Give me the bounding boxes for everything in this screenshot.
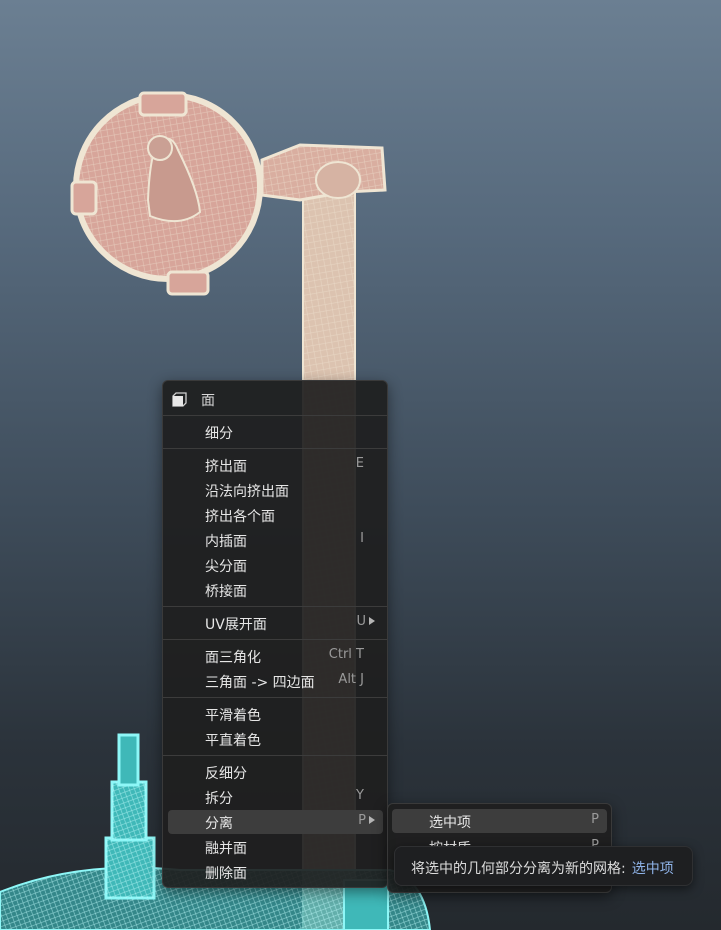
menu-title: 面 — [201, 393, 215, 409]
shortcut-hint: E — [355, 456, 364, 471]
menu-item-label: 沿法向挤出面 — [205, 484, 289, 500]
menu-item-label: 三角面 -> 四边面 — [205, 675, 315, 691]
menu-header: 面 — [163, 388, 387, 410]
tooltip-text: 将选中的几何部分分离为新的网格: 选中项 — [411, 858, 674, 878]
menu-divider — [163, 606, 387, 607]
menu-item-label: 尖分面 — [205, 559, 247, 575]
menu-item-label: 面三角化 — [205, 650, 261, 666]
menu-divider — [163, 697, 387, 698]
menu-divider — [163, 415, 387, 416]
shortcut-hint: P — [591, 812, 599, 827]
menu-divider — [163, 448, 387, 449]
submenu-item-selection[interactable]: 选中项 P — [392, 809, 607, 833]
shortcut-hint: Alt J — [338, 672, 364, 687]
menu-item-inset-faces[interactable]: 内插面 I — [168, 528, 383, 552]
menu-item-label: 删除面 — [205, 866, 247, 882]
face-icon — [172, 392, 187, 407]
menu-item-delete-faces[interactable]: 删除面 — [168, 860, 383, 884]
submenu-arrow-icon — [369, 617, 375, 625]
shortcut-hint: P — [358, 813, 366, 828]
menu-item-split[interactable]: 拆分 Y — [168, 785, 383, 809]
menu-divider — [163, 639, 387, 640]
shortcut-hint: Ctrl T — [328, 647, 364, 662]
menu-item-bridge-faces[interactable]: 桥接面 — [168, 578, 383, 602]
menu-item-extrude-individual[interactable]: 挤出各个面 — [168, 503, 383, 527]
menu-item-label: 挤出面 — [205, 459, 247, 475]
menu-item-triangulate[interactable]: 面三角化 Ctrl T — [168, 644, 383, 668]
menu-item-shade-smooth[interactable]: 平滑着色 — [168, 702, 383, 726]
menu-item-shade-flat[interactable]: 平直着色 — [168, 727, 383, 751]
mesh-head — [70, 91, 263, 296]
tooltip-description: 将选中的几何部分分离为新的网格: — [411, 861, 626, 877]
menu-item-label: 平直着色 — [205, 733, 261, 749]
face-context-menu: 面 细分 挤出面 E 沿法向挤出面 挤出各个面 内插面 I 尖分面 桥接面 UV… — [162, 380, 388, 888]
menu-item-extrude-along-normals[interactable]: 沿法向挤出面 — [168, 478, 383, 502]
menu-item-subdivide[interactable]: 细分 — [168, 420, 383, 444]
menu-item-unsubdivide[interactable]: 反细分 — [168, 760, 383, 784]
menu-item-uv-unwrap[interactable]: UV展开面 U — [168, 611, 383, 635]
menu-item-label: 拆分 — [205, 791, 233, 807]
tooltip: 将选中的几何部分分离为新的网格: 选中项 — [394, 846, 693, 886]
menu-item-tris-to-quads[interactable]: 三角面 -> 四边面 Alt J — [168, 669, 383, 693]
submenu-arrow-icon — [369, 816, 375, 824]
shortcut-hint: U — [356, 614, 366, 629]
mesh-clamp — [260, 143, 387, 202]
menu-item-label: 平滑着色 — [205, 708, 261, 724]
shortcut-hint: I — [360, 531, 364, 546]
menu-item-dissolve-faces[interactable]: 融并面 — [168, 835, 383, 859]
tooltip-value: 选中项 — [631, 861, 674, 877]
menu-item-label: 细分 — [205, 426, 233, 442]
menu-item-label: 融并面 — [205, 841, 247, 857]
menu-item-label: 内插面 — [205, 534, 247, 550]
menu-item-extrude-faces[interactable]: 挤出面 E — [168, 453, 383, 477]
shortcut-hint: Y — [356, 788, 364, 803]
menu-item-label: UV展开面 — [205, 617, 267, 633]
menu-item-poke-faces[interactable]: 尖分面 — [168, 553, 383, 577]
menu-item-label: 分离 — [205, 816, 233, 832]
menu-item-label: 反细分 — [205, 766, 247, 782]
menu-item-label: 桥接面 — [205, 584, 247, 600]
menu-divider — [163, 755, 387, 756]
menu-item-label: 选中项 — [429, 815, 471, 831]
menu-item-label: 挤出各个面 — [205, 509, 275, 525]
menu-item-separate[interactable]: 分离 P — [168, 810, 383, 834]
